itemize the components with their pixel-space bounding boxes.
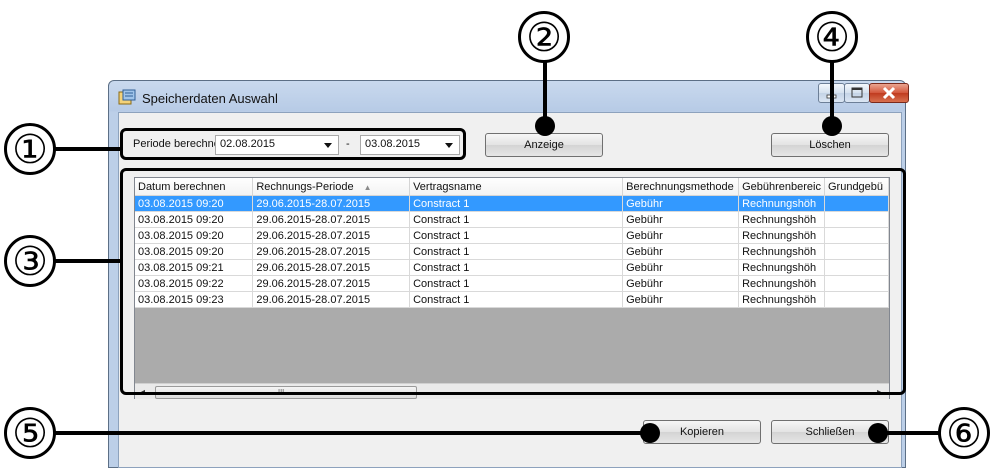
callout-dot-5 [640,423,660,443]
close-icon [882,86,896,100]
show-button[interactable]: Anzeige [485,133,603,157]
callout-number-1: ① [4,123,56,175]
callout-line-5 [55,431,655,435]
window-title: Speicherdaten Auswahl [142,91,278,106]
callout-number-2: ② [518,11,570,63]
maximize-button[interactable] [844,83,870,103]
copy-button[interactable]: Kopieren [643,420,761,444]
close-window-button[interactable] [869,83,909,103]
callout-dot-6 [868,423,888,443]
delete-button[interactable]: Löschen [771,133,889,157]
maximize-icon [851,87,863,98]
callout-dot-2 [535,116,555,136]
callout-dot-4 [822,116,842,136]
callout-line-1 [55,147,123,151]
callout-line-3 [55,259,123,263]
callout-number-5: ⑤ [4,407,56,459]
callout-number-6: ⑥ [938,407,990,459]
callout-line-6 [880,431,940,435]
callout-frame-period [120,128,466,160]
callout-frame-grid [120,168,906,395]
app-icon [118,89,136,105]
callout-number-4: ④ [806,11,858,63]
callout-number-3: ③ [4,235,56,287]
